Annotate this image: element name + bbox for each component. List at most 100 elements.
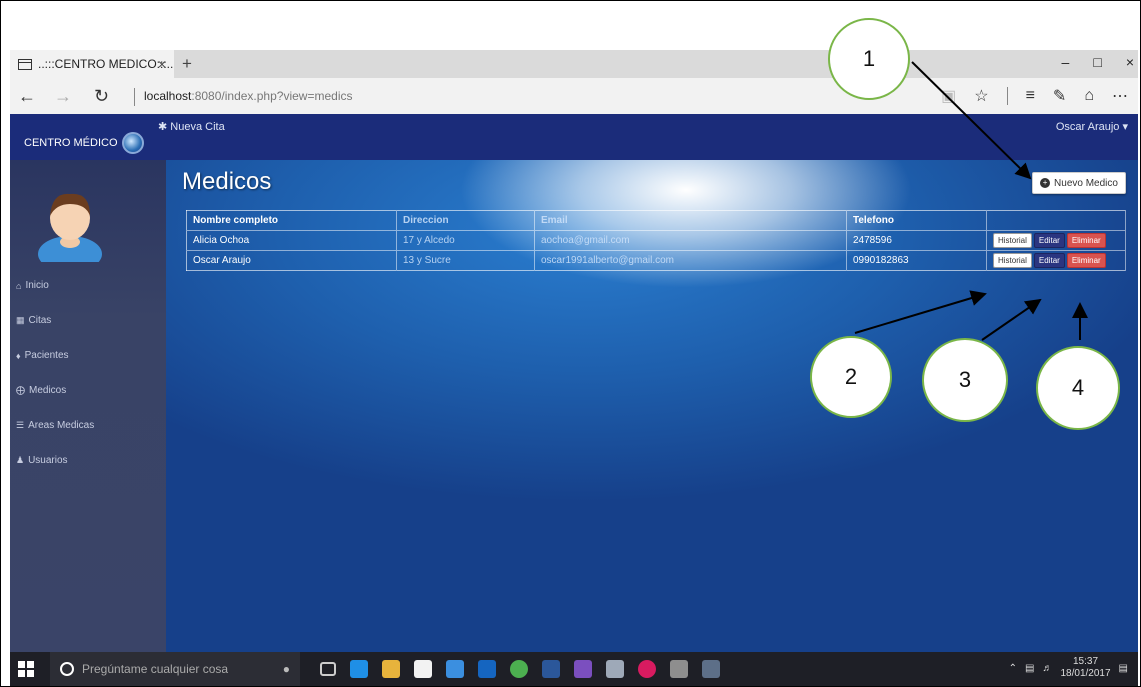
cell-address: 17 y Alcedo [396, 230, 535, 251]
microphone-icon[interactable]: ● [283, 662, 290, 676]
list-icon: ☰ [16, 420, 25, 430]
new-tab-button[interactable]: + [182, 54, 192, 74]
brand[interactable]: CENTRO MÉDICO [24, 132, 144, 154]
sidebar-item-usuarios[interactable]: ♟ Usuarios [16, 455, 68, 466]
url-path: :8080/index.php?view=medics [191, 89, 353, 103]
main-content: Medicos + Nuevo Medico Nombre completo D… [166, 160, 1138, 684]
app-icon[interactable] [670, 660, 688, 678]
delete-button[interactable]: Eliminar [1066, 233, 1106, 248]
more-icon[interactable]: ⋯ [1112, 86, 1128, 106]
edit-button[interactable]: Editar [1033, 253, 1065, 268]
cell-email: oscar1991alberto@gmail.com [534, 250, 847, 271]
tab-title: ..:::CENTRO MEDICO:::.. [38, 57, 174, 71]
restore-button[interactable]: □ [1093, 54, 1101, 70]
column-header [986, 210, 1126, 231]
new-medic-button[interactable]: + Nuevo Medico [1032, 172, 1126, 194]
toolbar-separator [1006, 87, 1008, 105]
patient-icon: ♦ [16, 350, 21, 361]
cell-name: Alicia Ochoa [186, 230, 397, 251]
refresh-icon[interactable]: ↻ [94, 86, 109, 107]
windows-start-icon[interactable] [18, 661, 34, 677]
store-icon[interactable] [414, 660, 432, 678]
url-host: localhost [144, 89, 192, 103]
outlook-icon[interactable] [478, 660, 496, 678]
users-icon: ♟ [16, 455, 25, 465]
table-row: Oscar Araujo 13 y Sucre oscar1991alberto… [186, 250, 1126, 271]
taskbar: Pregúntame cualquier cosa ● ⌃ ▤ ♬ 15:37 … [10, 652, 1138, 686]
sidebar-item-citas[interactable]: ▦ Citas [16, 315, 51, 326]
sidebar-item-label: Medicos [29, 385, 67, 396]
user-menu[interactable]: Oscar Araujo ▾ [1056, 120, 1128, 133]
callout-4: 4 [1036, 346, 1120, 430]
sidebar-item-label: Inicio [25, 280, 49, 291]
sidebar: ⌂ Inicio ▦ Citas ♦ Pacientes ⨁ Medicos ☰ Area… [10, 160, 166, 684]
sidebar-item-pacientes[interactable]: ♦ Pacientes [16, 350, 69, 361]
avatar [38, 193, 102, 262]
home-icon: ⌂ [16, 280, 22, 291]
minimize-button[interactable]: – [1062, 54, 1070, 70]
page-icon [18, 58, 32, 70]
edge-icon[interactable] [350, 660, 368, 678]
file-explorer-icon[interactable] [382, 660, 400, 678]
sidebar-item-areas-medicas[interactable]: ☰ Areas Medicas [16, 420, 94, 431]
user-name: Oscar Araujo [1055, 121, 1120, 133]
sidebar-item-inicio[interactable]: ⌂ Inicio [16, 280, 49, 291]
nueva-cita-link[interactable]: ✱ Nueva Cita [158, 120, 225, 133]
cell-actions: Historial Editar Eliminar [986, 230, 1126, 251]
notifications-icon[interactable]: ▤ [1119, 663, 1128, 674]
internet-explorer-icon[interactable] [446, 660, 464, 678]
volume-icon[interactable]: ♬ [1042, 663, 1052, 674]
cell-phone: 0990182863 [846, 250, 987, 271]
back-arrow-icon[interactable]: ← [18, 86, 36, 107]
reading-view-icon[interactable]: ▣ [941, 86, 956, 106]
clock[interactable]: 15:37 18/01/2017 [1060, 656, 1110, 680]
sidebar-item-label: Pacientes [24, 350, 69, 361]
network-icon[interactable]: ▤ [1025, 663, 1034, 674]
web-note-icon[interactable]: ✎ [1053, 86, 1066, 106]
column-header: Telefono [846, 210, 987, 231]
clock-date: 18/01/2017 [1060, 668, 1111, 679]
sidebar-item-label: Areas Medicas [28, 420, 95, 431]
cell-email: aochoa@gmail.com [534, 230, 847, 251]
cell-actions: Historial Editar Eliminar [986, 250, 1126, 271]
brand-logo-icon [121, 132, 144, 154]
forward-arrow-icon[interactable]: → [54, 86, 72, 107]
plus-circle-icon: + [1040, 178, 1051, 188]
cell-address: 13 y Sucre [396, 250, 535, 271]
history-button[interactable]: Historial [993, 253, 1032, 268]
share-icon[interactable]: ⌂ [1084, 87, 1094, 105]
hub-icon[interactable]: ≡ [1026, 87, 1035, 105]
close-window-button[interactable]: × [1126, 54, 1134, 70]
callout-3: 3 [922, 338, 1008, 422]
app-icon[interactable] [702, 660, 720, 678]
visual-studio-icon[interactable] [574, 660, 592, 678]
delete-button[interactable]: Eliminar [1066, 253, 1106, 268]
sidebar-item-medicos[interactable]: ⨁ Medicos [16, 385, 66, 396]
top-navbar: CENTRO MÉDICO ✱ Nueva Cita Oscar Araujo … [10, 114, 1138, 160]
taskbar-apps [320, 660, 720, 678]
url-field[interactable]: localhost:8080/index.php?view=medics [144, 89, 352, 103]
task-view-icon[interactable] [320, 662, 336, 676]
callout-2: 2 [810, 336, 892, 418]
favorite-star-icon[interactable]: ☆ [974, 86, 988, 106]
chrome-icon[interactable] [510, 660, 528, 678]
browser-tab[interactable]: ..:::CENTRO MEDICO:::.. × [10, 50, 174, 78]
word-icon[interactable] [542, 660, 560, 678]
cortana-search[interactable]: Pregúntame cualquier cosa ● [50, 652, 300, 686]
column-header: Direccion [396, 210, 535, 231]
edit-button[interactable]: Editar [1033, 233, 1065, 248]
tool-icon[interactable] [606, 660, 624, 678]
sidebar-item-label: Citas [28, 315, 52, 326]
history-button[interactable]: Historial [993, 233, 1032, 248]
app-icon[interactable] [638, 660, 656, 678]
medic-icon: ⨁ [16, 385, 25, 395]
brand-name: CENTRO MÉDICO [24, 137, 118, 149]
close-tab-icon[interactable]: × [158, 56, 166, 72]
search-placeholder: Pregúntame cualquier cosa [82, 662, 229, 676]
chevron-up-icon[interactable]: ⌃ [1009, 663, 1017, 674]
window-controls: – □ × [1062, 54, 1134, 70]
callout-1: 1 [828, 18, 910, 100]
new-medic-label: Nuevo Medico [1054, 177, 1118, 189]
column-header: Email [534, 210, 847, 231]
cell-name: Oscar Araujo [186, 250, 397, 271]
